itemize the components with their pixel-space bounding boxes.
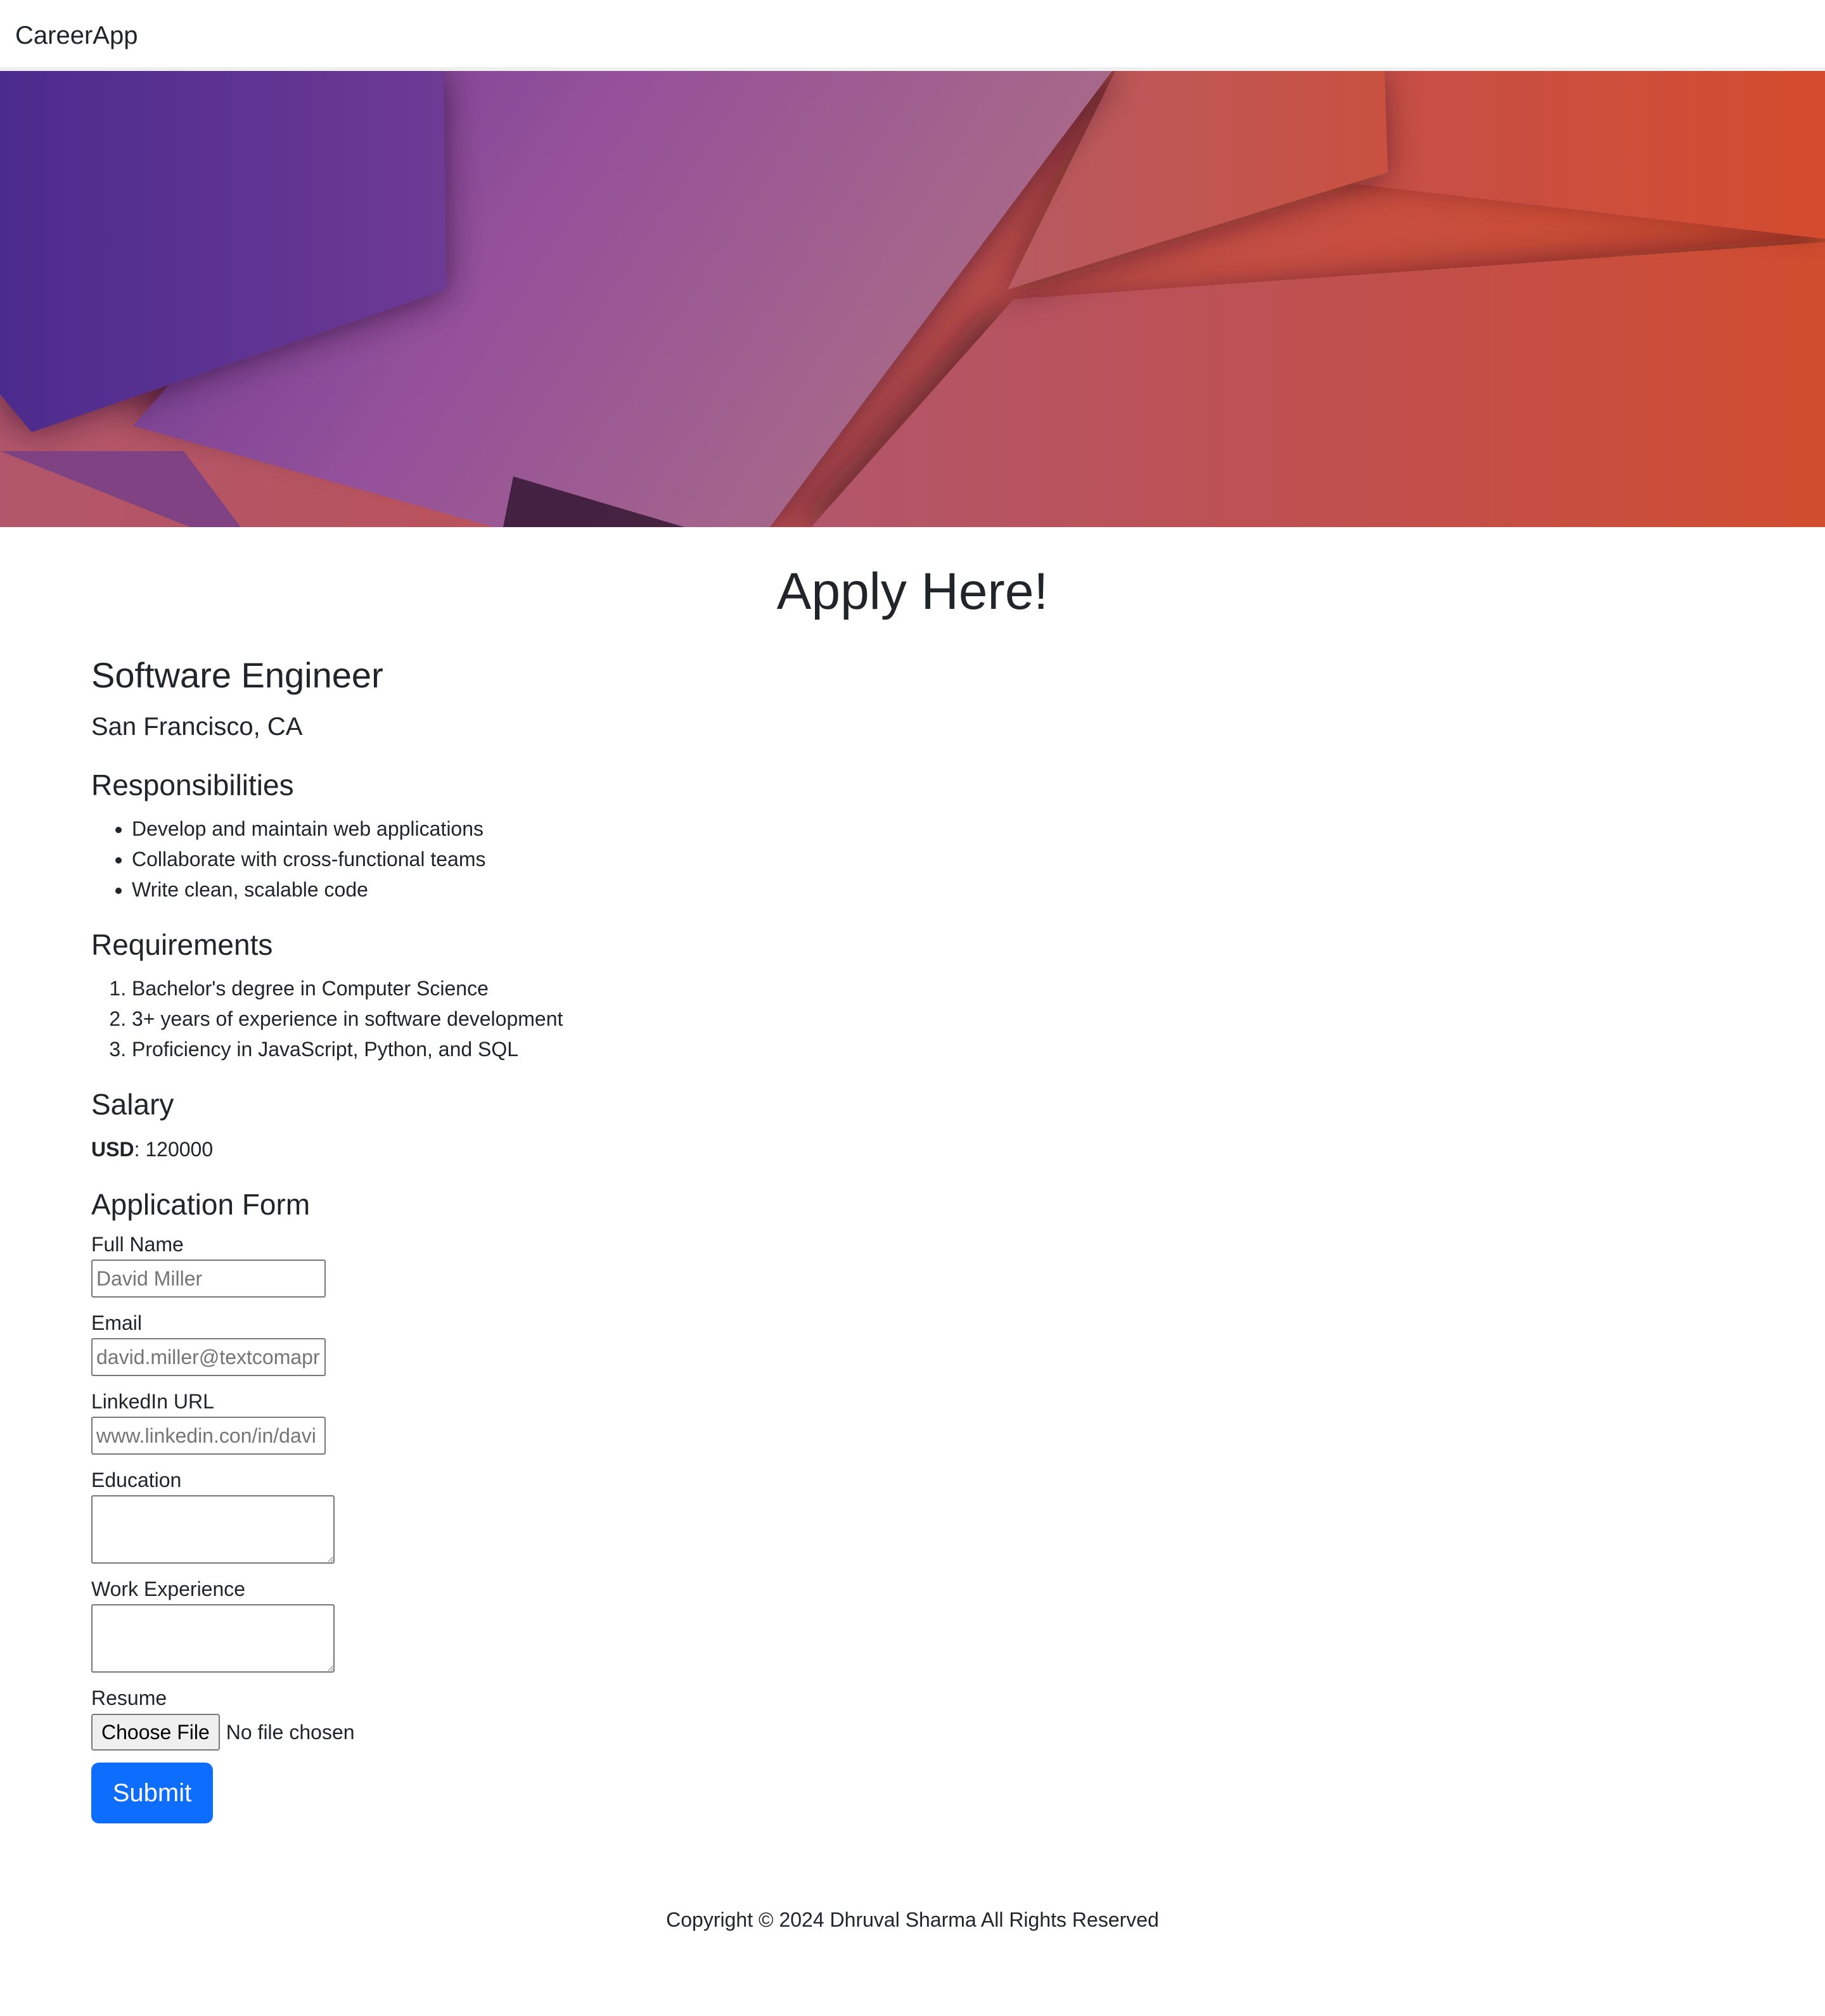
list-item: Collaborate with cross-functional teams (132, 844, 1734, 874)
salary-amount: 120000 (145, 1138, 214, 1161)
linkedin-label: LinkedIn URL (91, 1390, 214, 1413)
application-form: Full Name Email LinkedIn URL Education W… (91, 1232, 1734, 1823)
resume-label: Resume (91, 1687, 167, 1709)
application-form-heading: Application Form (91, 1188, 311, 1221)
requirements-heading: Requirements (91, 928, 273, 961)
file-status-text: No file chosen (226, 1720, 355, 1744)
footer-copyright: Copyright © 2024 Dhruval Sharma All Righ… (666, 1908, 1159, 1931)
list-item: Bachelor's degree in Computer Science (132, 973, 1734, 1004)
job-location: San Francisco, CA (91, 713, 303, 741)
list-item: Proficiency in JavaScript, Python, and S… (132, 1034, 1734, 1064)
submit-button[interactable]: Submit (91, 1763, 213, 1823)
list-item: 3+ years of experience in software devel… (132, 1004, 1734, 1034)
education-label: Education (91, 1469, 182, 1491)
hero-image (0, 71, 1825, 527)
page-title: Apply Here! (776, 563, 1049, 620)
email-input[interactable] (91, 1338, 326, 1376)
hero-banner (0, 71, 1825, 527)
salary-line: USD: 120000 (91, 1134, 1734, 1164)
salary-heading: Salary (91, 1088, 174, 1121)
work-experience-textarea[interactable] (91, 1604, 335, 1673)
salary-separator: : (134, 1138, 146, 1161)
brand-link[interactable]: CareerApp (15, 19, 138, 52)
linkedin-url-input[interactable] (91, 1417, 326, 1455)
full-name-input[interactable] (91, 1260, 326, 1298)
choose-file-button[interactable]: Choose File (91, 1714, 220, 1751)
salary-currency: USD (91, 1138, 134, 1161)
job-title: Software Engineer (91, 655, 383, 695)
list-item: Write clean, scalable code (132, 874, 1734, 905)
full-name-label: Full Name (91, 1233, 184, 1256)
list-item: Develop and maintain web applications (132, 813, 1734, 844)
requirements-list: Bachelor's degree in Computer Science 3+… (91, 973, 1734, 1064)
main-content: Software Engineer San Francisco, CA Resp… (0, 654, 1825, 1935)
work-experience-label: Work Experience (91, 1578, 246, 1600)
responsibilities-heading: Responsibilities (91, 769, 294, 801)
education-textarea[interactable] (91, 1495, 335, 1564)
navbar: CareerApp (0, 0, 1825, 71)
resume-file-input: Choose File No file chosen (91, 1713, 1734, 1751)
responsibilities-list: Develop and maintain web applications Co… (91, 813, 1734, 905)
email-label: Email (91, 1311, 143, 1334)
